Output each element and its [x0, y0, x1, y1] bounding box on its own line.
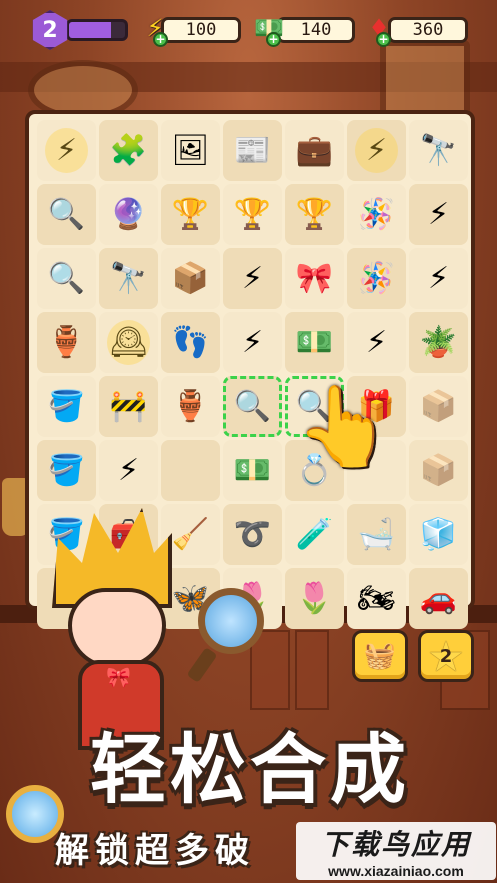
promo-title: 轻松合成: [90, 725, 410, 814]
watermark-title: 下载鸟应用: [320, 828, 471, 861]
board-cell-item[interactable]: 💼: [285, 120, 344, 181]
board-cell-item[interactable]: 🏺: [37, 312, 96, 373]
board-cell-item[interactable]: ➰: [223, 504, 282, 565]
site-watermark: 下载鸟应用 www.xiazainiao.com: [296, 822, 496, 880]
add-energy-button[interactable]: +: [153, 32, 168, 47]
board-cell-item[interactable]: 🪅: [347, 184, 406, 245]
xp-progress-bar: [66, 19, 128, 41]
board-cell-item[interactable]: 💵: [223, 440, 282, 501]
character-face: [68, 588, 166, 668]
basket-icon: 🧺: [363, 641, 397, 671]
board-cell-item[interactable]: 🚗: [409, 568, 468, 629]
board-cell-item[interactable]: 🔮: [99, 184, 158, 245]
board-cell-item[interactable]: 🏆: [223, 184, 282, 245]
board-cell-item[interactable]: 🧪: [285, 504, 344, 565]
board-cell-item[interactable]: 🧩: [99, 120, 158, 181]
board-cell-item[interactable]: ⚡: [409, 184, 468, 245]
background-book: [295, 630, 329, 710]
quest-button[interactable]: ★ 2: [418, 630, 474, 682]
board-cell-item[interactable]: 🕰: [99, 312, 158, 373]
board-cell-item[interactable]: 🔍: [37, 184, 96, 245]
quest-count: 2: [439, 645, 453, 667]
board-cell-item[interactable]: 🪣: [37, 376, 96, 437]
board-cell-item[interactable]: ⚡: [223, 312, 282, 373]
pointing-hand-icon: 👆: [295, 382, 393, 472]
promo-subtitle: 解锁超多破: [55, 831, 255, 871]
board-cell-item[interactable]: ⚡: [37, 120, 96, 181]
board-cell-item[interactable]: ⚡: [99, 440, 158, 501]
board-cell-empty[interactable]: [161, 440, 220, 501]
board-cell-item[interactable]: 👣: [161, 312, 220, 373]
level-badge[interactable]: 2: [32, 10, 68, 50]
board-cell-item[interactable]: 🎀: [285, 248, 344, 309]
gem-counter: 360: [388, 17, 468, 43]
board-cell-item[interactable]: 🖼: [161, 120, 220, 181]
board-cell-item[interactable]: 🪴: [409, 312, 468, 373]
board-cell-item[interactable]: 🪣: [37, 440, 96, 501]
board-cell-item[interactable]: 📦: [409, 376, 468, 437]
board-cell-item[interactable]: 🏍: [347, 568, 406, 629]
board-cell-item[interactable]: 🌷: [285, 568, 344, 629]
board-cell-item[interactable]: 🏺: [161, 376, 220, 437]
watermark-url: www.xiazainiao.com: [328, 863, 464, 879]
board-cell-item[interactable]: 📦: [409, 440, 468, 501]
board-cell-item[interactable]: 📦: [161, 248, 220, 309]
xp-progress-fill: [69, 22, 111, 38]
magnifier-icon: [198, 588, 264, 654]
game-scene: 2 100 ⚡ + 140 💵 + 360 ♦ + ⚡ 🧩 🖼 📰 💼 ⚡ 🔭 🔍 🔮 🏆 🏆 🏆 🪅 ⚡…: [0, 0, 497, 883]
add-cash-button[interactable]: +: [266, 32, 281, 47]
board-cell-item[interactable]: 🔍: [223, 376, 282, 437]
board-cell-item[interactable]: 🔭: [99, 248, 158, 309]
board-cell-item[interactable]: 🪅: [347, 248, 406, 309]
bowtie-icon: 🎀: [106, 665, 131, 689]
board-cell-item[interactable]: ⚡: [409, 248, 468, 309]
board-cell-item[interactable]: 🔭: [409, 120, 468, 181]
magnifier-handle: [186, 647, 218, 683]
board-cell-item[interactable]: ⚡: [347, 120, 406, 181]
board-cell-item[interactable]: ⚡: [347, 312, 406, 373]
add-gems-button[interactable]: +: [376, 32, 391, 47]
board-cell-item[interactable]: ⚡: [223, 248, 282, 309]
energy-counter: 100: [161, 17, 241, 43]
board-cell-item[interactable]: 🧊: [409, 504, 468, 565]
basket-button[interactable]: 🧺: [352, 630, 408, 682]
cash-counter: 140: [277, 17, 355, 43]
board-cell-item[interactable]: 🏆: [285, 184, 344, 245]
board-cell-item[interactable]: 📰: [223, 120, 282, 181]
board-cell-item[interactable]: 🚧: [99, 376, 158, 437]
board-cell-item[interactable]: 🛁: [347, 504, 406, 565]
resource-bar: 2 100 ⚡ + 140 💵 + 360 ♦ +: [0, 0, 497, 60]
board-cell-item[interactable]: 🔍: [37, 248, 96, 309]
board-cell-item[interactable]: 🏆: [161, 184, 220, 245]
board-cell-item[interactable]: 💵: [285, 312, 344, 373]
